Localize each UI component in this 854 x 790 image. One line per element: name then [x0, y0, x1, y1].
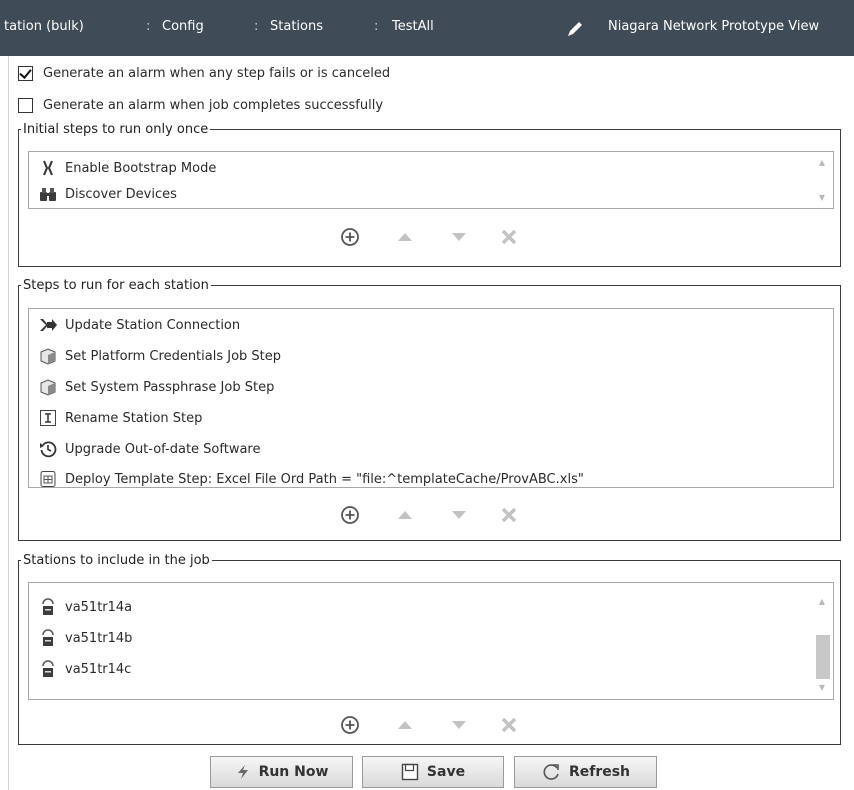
scroll-down-arrow-icon[interactable]: ▼: [819, 683, 825, 692]
breadcrumb-0[interactable]: tation (bulk): [4, 19, 84, 34]
initial-steps-list[interactable]: Enable Bootstrap Mode Discover Devices ▲…: [28, 151, 834, 209]
list-item[interactable]: Set Platform Credentials Job Step: [39, 345, 281, 367]
initial-steps-legend: Initial steps to run only once: [23, 122, 209, 137]
scroll-up-arrow-icon[interactable]: ▲: [819, 597, 825, 606]
breadcrumb-separator: :: [146, 19, 151, 34]
refresh-button[interactable]: Refresh: [514, 756, 657, 788]
alarm-on-failure-checkbox[interactable]: [18, 65, 33, 81]
station-steps-list[interactable]: Update Station Connection Set Platform C…: [28, 308, 834, 488]
move-up-icon[interactable]: [393, 225, 417, 249]
cube-icon: [40, 379, 56, 396]
binoculars-icon: [40, 188, 56, 201]
list-item[interactable]: Set System Passphrase Job Step: [39, 376, 274, 398]
add-icon[interactable]: [338, 713, 362, 737]
station-steps-group: Steps to run for each station Update Sta…: [18, 278, 841, 541]
list-item-label: va51tr14a: [65, 599, 133, 615]
view-title[interactable]: Niagara Network Prototype View: [608, 19, 819, 34]
list-item-label: va51tr14c: [65, 661, 132, 677]
list-item[interactable]: va51tr14c: [39, 658, 131, 680]
move-up-icon[interactable]: [393, 503, 417, 527]
list-item-label: Rename Station Step: [65, 410, 203, 426]
remove-icon[interactable]: [497, 503, 521, 527]
save-button[interactable]: Save: [362, 756, 504, 788]
list-item-label: Upgrade Out-of-date Software: [65, 441, 261, 457]
scroll-down-arrow-icon[interactable]: ▼: [819, 193, 825, 202]
list-item-label: Set Platform Credentials Job Step: [65, 348, 282, 364]
save-disk-icon: [401, 763, 419, 781]
alarm-on-success-label: Generate an alarm when job completes suc…: [43, 97, 384, 113]
breadcrumb-separator: :: [254, 19, 259, 34]
list-item-label: Deploy Template Step: Excel File Ord Pat…: [65, 471, 584, 487]
list-item[interactable]: Upgrade Out-of-date Software: [39, 438, 260, 460]
lightning-icon: [237, 765, 248, 779]
station-icon: [42, 660, 54, 677]
refresh-label: Refresh: [568, 764, 631, 780]
run-now-label: Run Now: [258, 764, 329, 780]
list-item[interactable]: Rename Station Step: [39, 407, 202, 429]
header-bar: tation (bulk) : Config : Stations : Test…: [0, 0, 854, 56]
stations-controls: [19, 713, 842, 743]
remove-icon[interactable]: [497, 225, 521, 249]
initial-steps-controls: [19, 225, 842, 255]
scrollbar-thumb[interactable]: [816, 635, 830, 679]
history-icon: [40, 441, 57, 458]
breadcrumb-config[interactable]: Config: [162, 19, 204, 34]
list-item-label: va51tr14b: [65, 630, 133, 646]
list-item[interactable]: Discover Devices: [39, 183, 177, 205]
station-steps-controls: [19, 503, 842, 533]
alarm-on-failure-option[interactable]: Generate an alarm when any step fails or…: [18, 63, 390, 83]
breadcrumb-separator: :: [374, 19, 379, 34]
list-item-label: Enable Bootstrap Mode: [65, 160, 217, 176]
list-item[interactable]: Enable Bootstrap Mode: [39, 157, 216, 179]
refresh-icon: [543, 764, 559, 780]
alarm-on-success-option[interactable]: Generate an alarm when job completes suc…: [18, 95, 383, 115]
station-steps-legend: Steps to run for each station: [23, 278, 209, 293]
add-icon[interactable]: [338, 225, 362, 249]
move-down-icon[interactable]: [447, 503, 471, 527]
move-down-icon[interactable]: [447, 713, 471, 737]
remove-icon[interactable]: [497, 713, 521, 737]
list-item[interactable]: va51tr14a: [39, 596, 132, 618]
pencil-icon[interactable]: [566, 20, 584, 38]
scroll-up-arrow-icon[interactable]: ▲: [819, 158, 825, 167]
station-icon: [42, 598, 54, 615]
template-icon: [40, 471, 56, 487]
breadcrumb-testall[interactable]: TestAll: [392, 19, 434, 34]
stations-group: Stations to include in the job va51tr14a…: [18, 553, 841, 745]
list-item-label: Set System Passphrase Job Step: [65, 379, 275, 395]
list-item-label: Discover Devices: [65, 186, 177, 202]
bootstrap-tool-icon: [43, 160, 53, 176]
text-cursor-icon: [40, 410, 56, 426]
move-up-icon[interactable]: [393, 713, 417, 737]
add-icon[interactable]: [338, 503, 362, 527]
list-item[interactable]: va51tr14b: [39, 627, 132, 649]
station-icon: [42, 629, 54, 646]
connection-arrow-icon: [40, 319, 57, 331]
list-item-label: Update Station Connection: [65, 317, 241, 333]
initial-steps-group: Initial steps to run only once Enable Bo…: [18, 122, 841, 267]
save-label: Save: [426, 764, 466, 780]
stations-legend: Stations to include in the job: [23, 553, 210, 568]
alarm-on-failure-label: Generate an alarm when any step fails or…: [43, 65, 391, 81]
cube-icon: [40, 348, 56, 365]
list-item[interactable]: Deploy Template Step: Excel File Ord Pat…: [39, 468, 584, 487]
stations-list[interactable]: va51tr14a va51tr14b va51tr14c ▲ ▼: [28, 582, 834, 700]
breadcrumb-stations[interactable]: Stations: [270, 19, 323, 34]
move-down-icon[interactable]: [447, 225, 471, 249]
list-item[interactable]: Update Station Connection: [39, 314, 240, 336]
run-now-button[interactable]: Run Now: [210, 756, 353, 788]
alarm-on-success-checkbox[interactable]: [18, 97, 33, 113]
